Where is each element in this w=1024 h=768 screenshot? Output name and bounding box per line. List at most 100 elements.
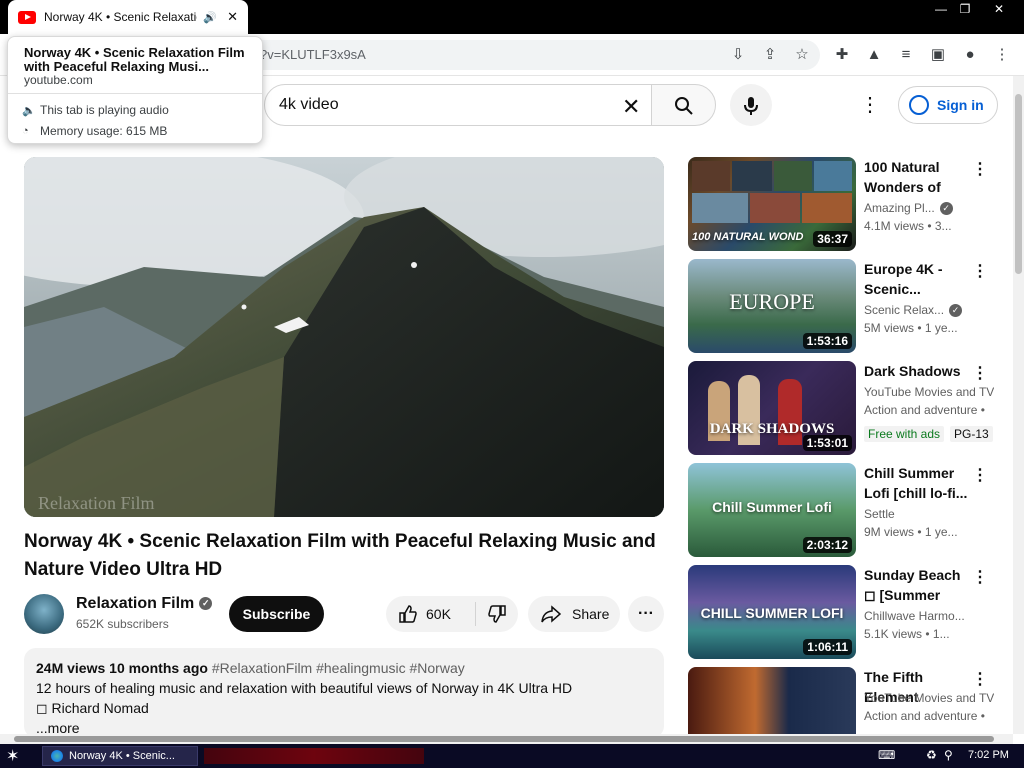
recommendation-title[interactable]: 100 Natural Wonders of th...	[864, 157, 968, 197]
settings-kebab-icon[interactable]: ⋮	[860, 92, 880, 117]
scrollbar-thumb[interactable]	[1015, 94, 1022, 274]
recommendation-channel[interactable]: Settle	[864, 507, 994, 521]
profile-icon[interactable]: ●	[959, 44, 981, 66]
like-dislike-group: 60K	[386, 596, 518, 632]
video-thumbnail[interactable]: CHILL SUMMER LOFI 1:06:11	[688, 565, 856, 659]
recommendation-menu-icon[interactable]: ⋮	[972, 669, 988, 689]
video-player[interactable]: Relaxation Film	[24, 157, 664, 517]
clear-search-icon[interactable]: ✕	[622, 94, 640, 120]
window-close-button[interactable]: ✕	[986, 0, 1012, 18]
browser-tab[interactable]: Norway 4K • Scenic Relaxation 🔊 ✕	[8, 0, 248, 34]
video-duration: 1:53:01	[802, 435, 852, 451]
side-panel-icon[interactable]: ▣	[927, 44, 949, 66]
media-control-icon[interactable]: ≡	[895, 44, 917, 66]
minimize-button[interactable]: —	[928, 0, 954, 18]
video-watermark: Relaxation Film	[38, 493, 155, 513]
account-icon	[909, 95, 929, 115]
recommendation-channel[interactable]: Chillwave Harmo...	[864, 609, 994, 623]
hover-card-audio-row: 🔈 This tab is playing audio	[22, 103, 169, 117]
scrollbar-thumb[interactable]	[14, 736, 994, 742]
recommendation-channel[interactable]: Scenic Relax... ✓	[864, 303, 994, 318]
thumbnail-text: CHILL SUMMER LOFI	[700, 605, 844, 621]
recommendation-menu-icon[interactable]: ⋮	[972, 363, 988, 383]
extensions-icon[interactable]: ✚	[831, 44, 853, 66]
share-arrow-icon	[541, 605, 562, 623]
search-value: 4k video	[279, 96, 339, 113]
search-input[interactable]: 4k video	[264, 84, 652, 126]
recommendation-item[interactable]: EUROPE 1:53:16 Europe 4K - Scenic... Sce…	[688, 259, 1008, 353]
video-thumbnail[interactable]: DARK SHADOWS 1:53:01	[688, 361, 856, 455]
recommendation-channel[interactable]: Amazing Pl... ✓	[864, 201, 994, 216]
network-icon[interactable]: ♻	[926, 748, 937, 762]
bookmark-star-icon[interactable]: ☆	[791, 44, 813, 66]
labs-flask-icon[interactable]: ▲	[863, 44, 885, 66]
recommendation-meta: 9M views • 1 ye...	[864, 525, 958, 539]
dislike-button[interactable]	[476, 604, 518, 624]
browser-tabstrip: Norway 4K • Scenic Relaxation 🔊 ✕ — ❐ ✕	[0, 0, 1024, 34]
vertical-scrollbar[interactable]	[1013, 76, 1024, 734]
microphone-icon	[744, 97, 758, 116]
recommendation-item[interactable]: The Fifth Element YouTube Movies and TV …	[688, 667, 1008, 734]
video-thumbnail[interactable]: 100 NATURAL WOND 36:37	[688, 157, 856, 251]
voice-search-button[interactable]	[730, 84, 772, 126]
speaker-icon[interactable]: 🔊	[203, 11, 217, 24]
browser-menu-icon[interactable]: ⋮	[991, 44, 1013, 66]
hashtags[interactable]: #RelaxationFilm #healingmusic #Norway	[212, 660, 465, 676]
share-page-icon[interactable]: ⇪	[759, 44, 781, 66]
recommendation-item[interactable]: DARK SHADOWS 1:53:01 Dark Shadows YouTub…	[688, 361, 1008, 455]
hover-card-domain: youtube.com	[24, 73, 93, 87]
description-line-2: ◻ Richard Nomad	[36, 700, 149, 716]
recommendation-menu-icon[interactable]: ⋮	[972, 261, 988, 281]
subscribe-button[interactable]: Subscribe	[229, 596, 324, 632]
tab-close-icon[interactable]: ✕	[227, 9, 238, 25]
thumbs-up-icon	[399, 605, 417, 623]
video-duration: 36:37	[813, 231, 852, 247]
recommendation-menu-icon[interactable]: ⋮	[972, 465, 988, 485]
recommendation-channel[interactable]: YouTube Movies and TV	[864, 691, 994, 705]
channel-avatar[interactable]	[24, 594, 64, 634]
taskbar-window-button[interactable]: Norway 4K • Scenic...	[42, 746, 198, 766]
recommendation-meta: Action and adventure •	[864, 403, 985, 417]
memory-usage-text: Memory usage: 615 MB	[40, 124, 168, 138]
recommendation-channel[interactable]: YouTube Movies and TV	[864, 385, 994, 399]
video-thumbnail[interactable]	[688, 667, 856, 734]
restore-button[interactable]: ❐	[952, 0, 978, 18]
sign-in-button[interactable]: Sign in	[898, 86, 998, 124]
channel-name-link[interactable]: Relaxation Film ✓	[76, 595, 213, 613]
subscriber-count: 652K subscribers	[76, 617, 169, 631]
keyboard-icon[interactable]: ⌨	[878, 748, 895, 762]
taskbar-decoration	[204, 748, 424, 764]
hover-card-divider	[8, 93, 262, 94]
search-button[interactable]	[651, 84, 716, 126]
description-box[interactable]: 24M views 10 months ago #RelaxationFilm …	[24, 648, 664, 738]
recommendation-title[interactable]: Dark Shadows	[864, 361, 968, 381]
search-tray-icon[interactable]: ⚲	[944, 748, 953, 762]
recommendation-item[interactable]: 100 NATURAL WOND 36:37 100 Natural Wonde…	[688, 157, 1008, 251]
share-button[interactable]: Share	[528, 596, 620, 632]
more-actions-button[interactable]: ···	[628, 596, 664, 632]
video-duration: 1:06:11	[803, 639, 852, 655]
like-button[interactable]: 60K	[386, 602, 476, 626]
system-clock[interactable]: 7:02 PM	[968, 749, 1009, 761]
verified-check-icon: ✓	[199, 597, 213, 611]
install-icon[interactable]: ⇩	[727, 44, 749, 66]
tab-hover-card: Norway 4K • Scenic Relaxation Film with …	[7, 36, 263, 144]
address-text: ?v=KLUTLF3x9sA	[260, 47, 366, 62]
share-label: Share	[572, 606, 610, 622]
video-thumbnail[interactable]: EUROPE 1:53:16	[688, 259, 856, 353]
recommendation-title[interactable]: Sunday Beach ◻ [Summer lo...	[864, 565, 968, 605]
taskbar: ✶ Norway 4K • Scenic... ⌨ ♻ ⚲ 7:02 PM	[0, 744, 1024, 768]
recommendation-item[interactable]: CHILL SUMMER LOFI 1:06:11 Sunday Beach ◻…	[688, 565, 1008, 659]
video-thumbnail[interactable]: Chill Summer Lofi 2:03:12	[688, 463, 856, 557]
video-frame: Relaxation Film	[24, 157, 664, 517]
hover-card-memory-row: ◔ Memory usage: 615 MB	[22, 124, 167, 138]
recommendation-title[interactable]: Chill Summer Lofi [chill lo-fi...	[864, 463, 968, 503]
recommendation-item[interactable]: Chill Summer Lofi 2:03:12 Chill Summer L…	[688, 463, 1008, 557]
recommendation-menu-icon[interactable]: ⋮	[972, 159, 988, 179]
recommendation-menu-icon[interactable]: ⋮	[972, 567, 988, 587]
start-menu-icon[interactable]: ✶	[6, 746, 19, 766]
recommendation-meta: Action and adventure •	[864, 709, 985, 723]
horizontal-scrollbar[interactable]	[0, 734, 1013, 744]
rating-badge: PG-13	[950, 426, 993, 442]
recommendation-title[interactable]: Europe 4K - Scenic...	[864, 259, 968, 299]
